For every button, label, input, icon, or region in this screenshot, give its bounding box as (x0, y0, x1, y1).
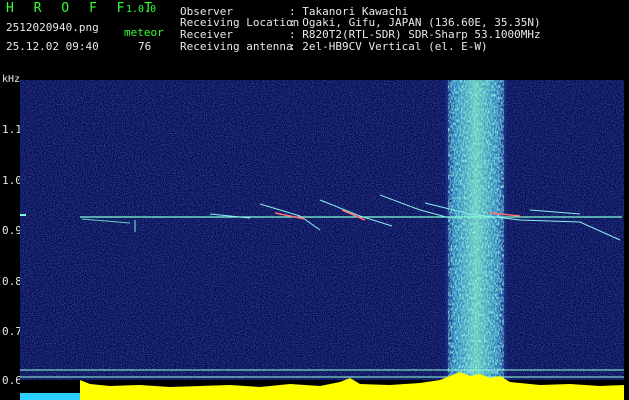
freq-tick-label: 0.6 (2, 374, 22, 387)
spectrogram-canvas (20, 80, 624, 400)
freq-tick-label: 0.8 (2, 275, 22, 288)
meteor-count: 76 (138, 40, 152, 53)
antenna-value: : 2el-HB9CV Vertical (el. E-W) (289, 40, 488, 53)
header-panel: H R O F F T 1.0.0 2512020940.png meteor … (0, 0, 629, 72)
freq-tick-label: 0.7 (2, 325, 22, 338)
spectrogram-plot (20, 80, 624, 400)
freq-tick-label: 0.9 (2, 224, 22, 237)
image-filename: 2512020940.png (6, 21, 99, 34)
freq-tick-label: 1.1 (2, 123, 22, 136)
histogram-baseline (20, 393, 80, 400)
freq-tick-label: 1.0 (2, 174, 22, 187)
antenna-key: Receiving antenna (180, 40, 293, 53)
noise-texture (20, 80, 624, 380)
interference-burst-texture (448, 80, 504, 380)
observation-datetime: 25.12.02 09:40 (6, 40, 99, 53)
meteor-label: meteor (124, 26, 164, 39)
app-version: 1.0.0 (126, 4, 157, 15)
frequency-unit-label: kHz (2, 74, 21, 85)
